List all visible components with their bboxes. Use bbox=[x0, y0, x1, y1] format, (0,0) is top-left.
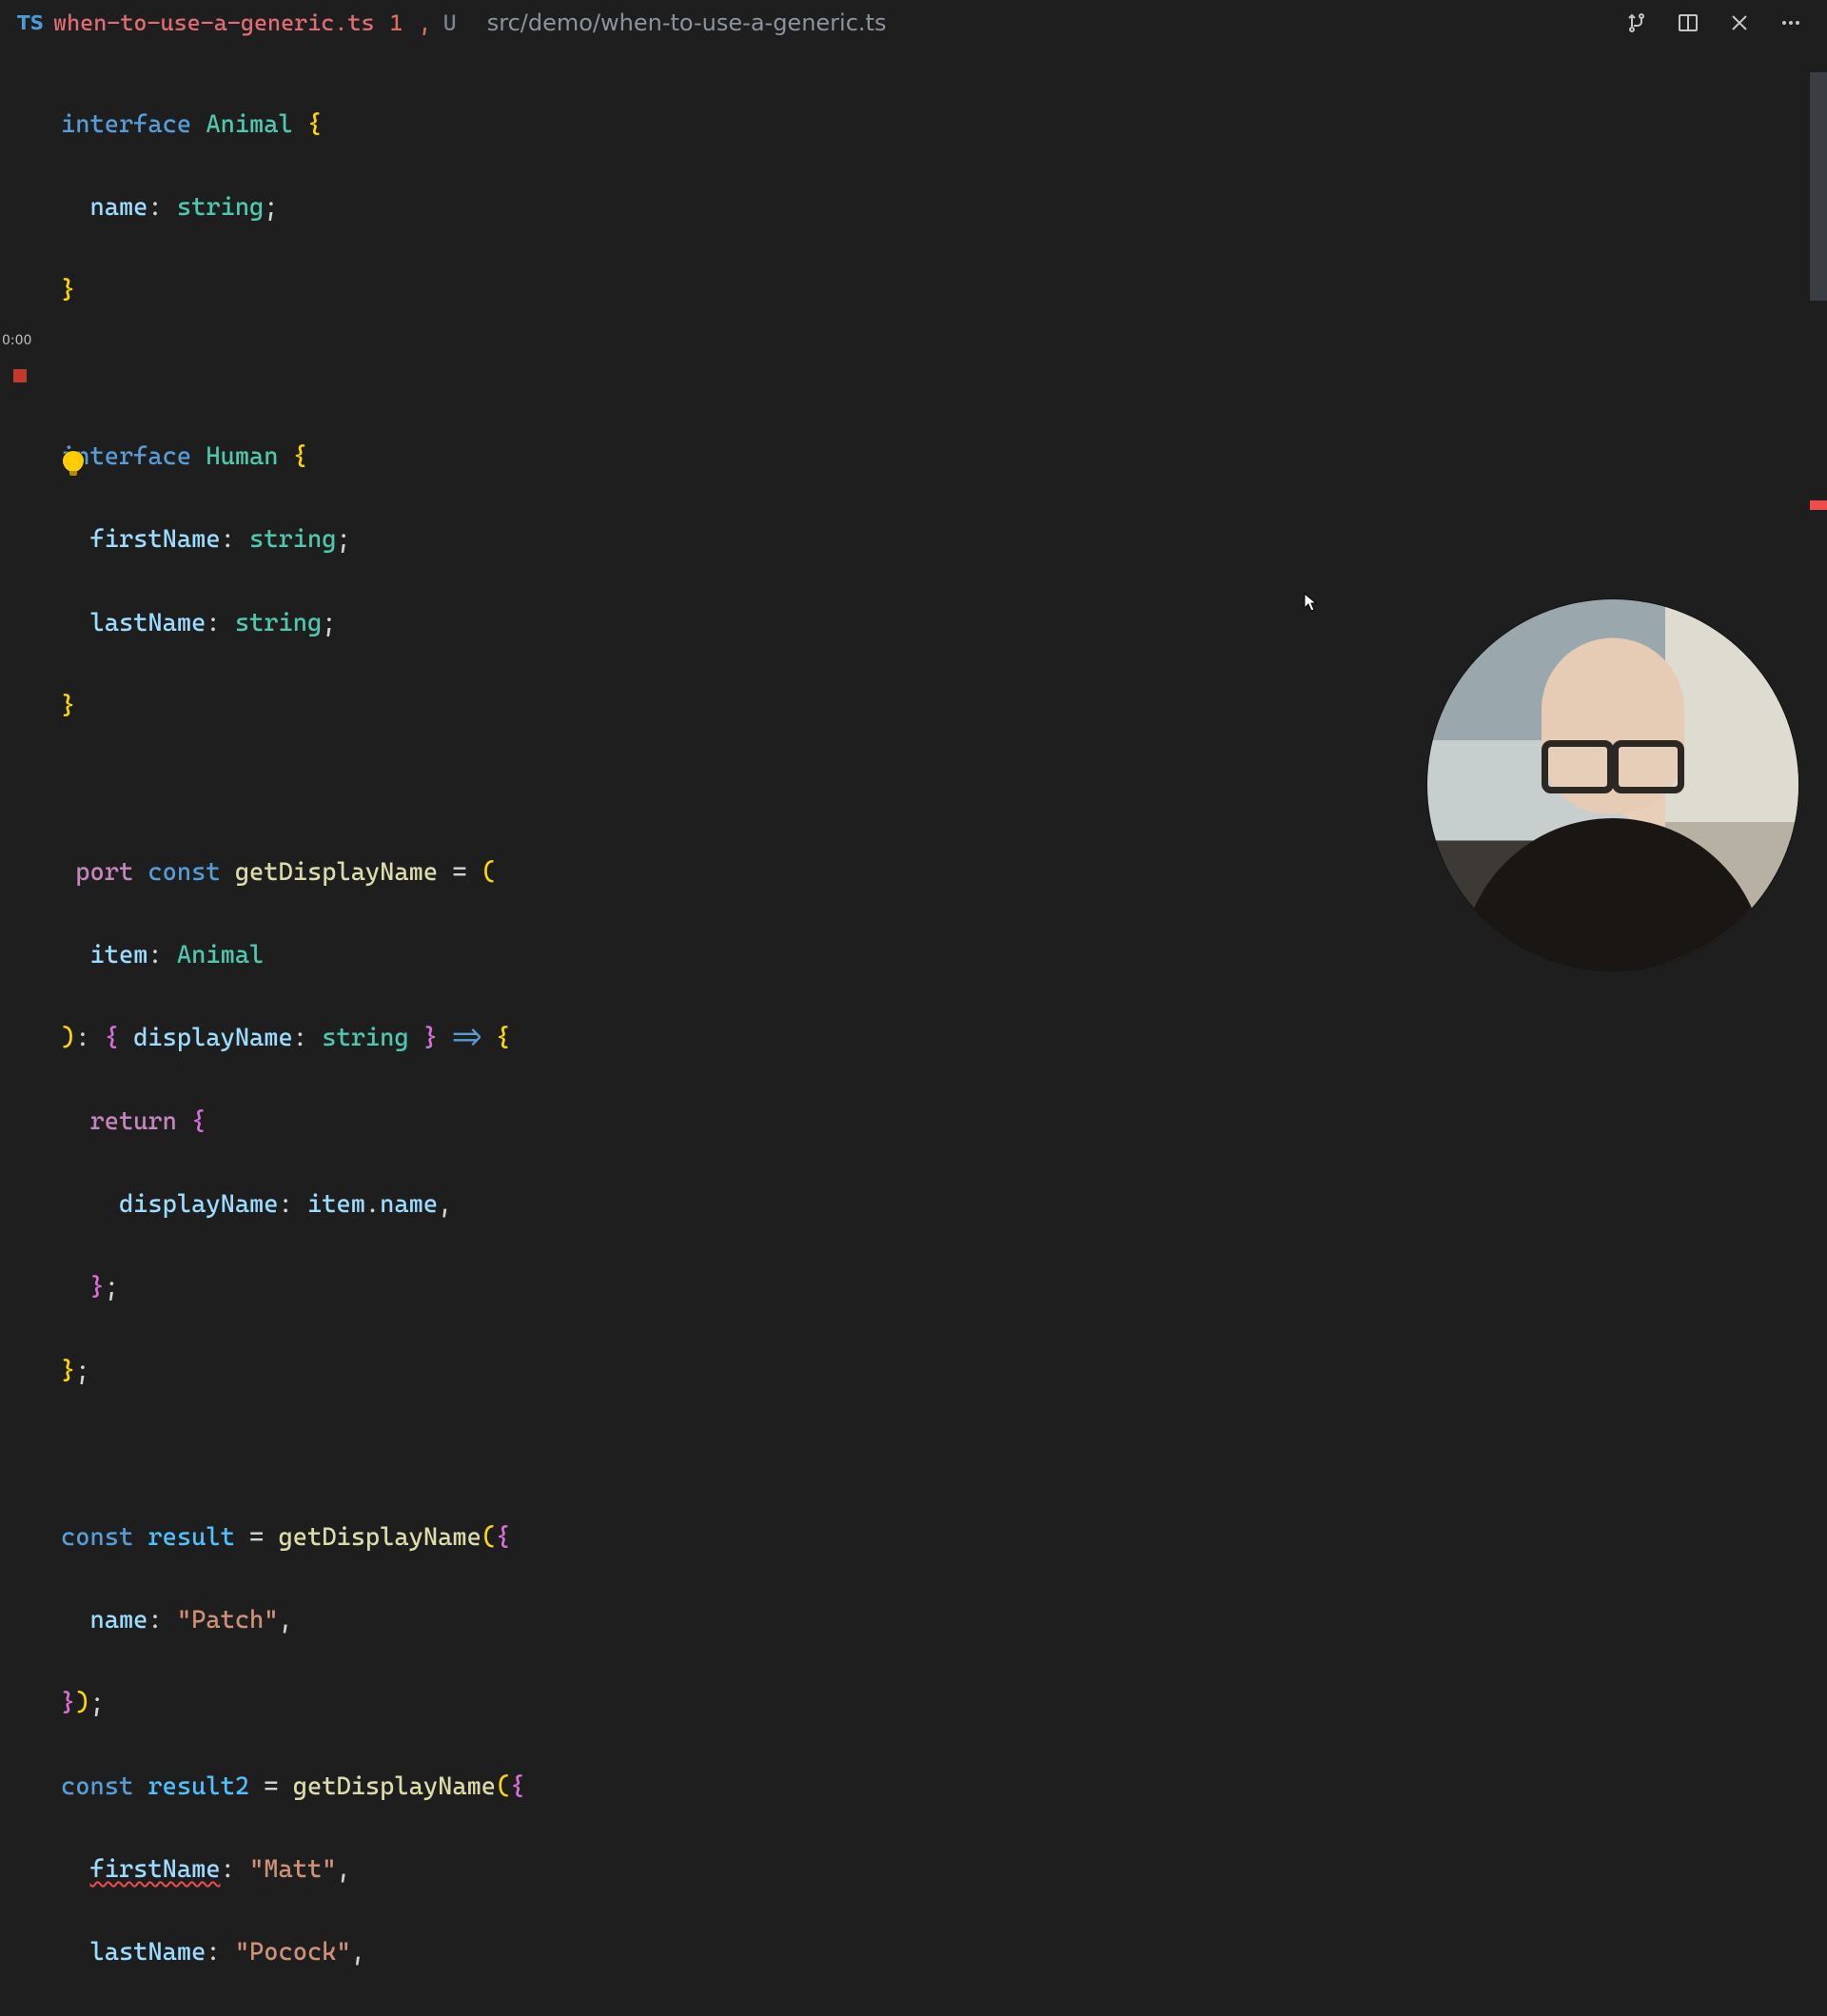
compare-changes-icon[interactable] bbox=[1623, 10, 1650, 36]
type-animal: Animal bbox=[206, 110, 292, 139]
var-result: result bbox=[147, 1523, 234, 1552]
error-marker[interactable] bbox=[1810, 500, 1827, 510]
breadcrumb[interactable]: src/demo/when-to-use-a-generic.ts bbox=[474, 10, 887, 36]
video-timestamp: 0:00 bbox=[2, 333, 31, 348]
more-actions-icon[interactable] bbox=[1778, 10, 1804, 36]
tab-problem-count: 1 bbox=[390, 10, 403, 36]
type-human: Human bbox=[206, 442, 278, 471]
webcam-overlay bbox=[1427, 599, 1798, 970]
close-icon[interactable] bbox=[1726, 10, 1753, 36]
editor-actions bbox=[1623, 10, 1819, 36]
tab-separator: , bbox=[419, 10, 432, 36]
tab-filename: when-to-use-a-generic.ts bbox=[53, 10, 375, 36]
kw-interface: interface bbox=[61, 110, 191, 139]
tab-git-status: U bbox=[443, 10, 457, 36]
file-tab[interactable]: TS when-to-use-a-generic.ts 1 , U bbox=[0, 0, 474, 46]
typescript-icon: TS bbox=[17, 11, 44, 34]
kw-return: return bbox=[89, 1107, 176, 1136]
code-editor[interactable]: interface Animal { name: string; } inter… bbox=[0, 46, 1827, 2016]
error-firstName[interactable]: firstName bbox=[89, 1855, 220, 1884]
fn-getDisplayName: getDisplayName bbox=[235, 858, 438, 887]
kw-export: port bbox=[75, 858, 133, 887]
scrollbar-thumb[interactable] bbox=[1810, 72, 1827, 301]
mouse-cursor-icon bbox=[1304, 590, 1317, 609]
scrollbar[interactable] bbox=[1810, 53, 1827, 1028]
recording-indicator-icon bbox=[13, 369, 27, 382]
var-result2: result2 bbox=[147, 1772, 249, 1801]
editor-tab-bar: TS when-to-use-a-generic.ts 1 , U src/de… bbox=[0, 0, 1827, 46]
split-editor-icon[interactable] bbox=[1675, 10, 1701, 36]
